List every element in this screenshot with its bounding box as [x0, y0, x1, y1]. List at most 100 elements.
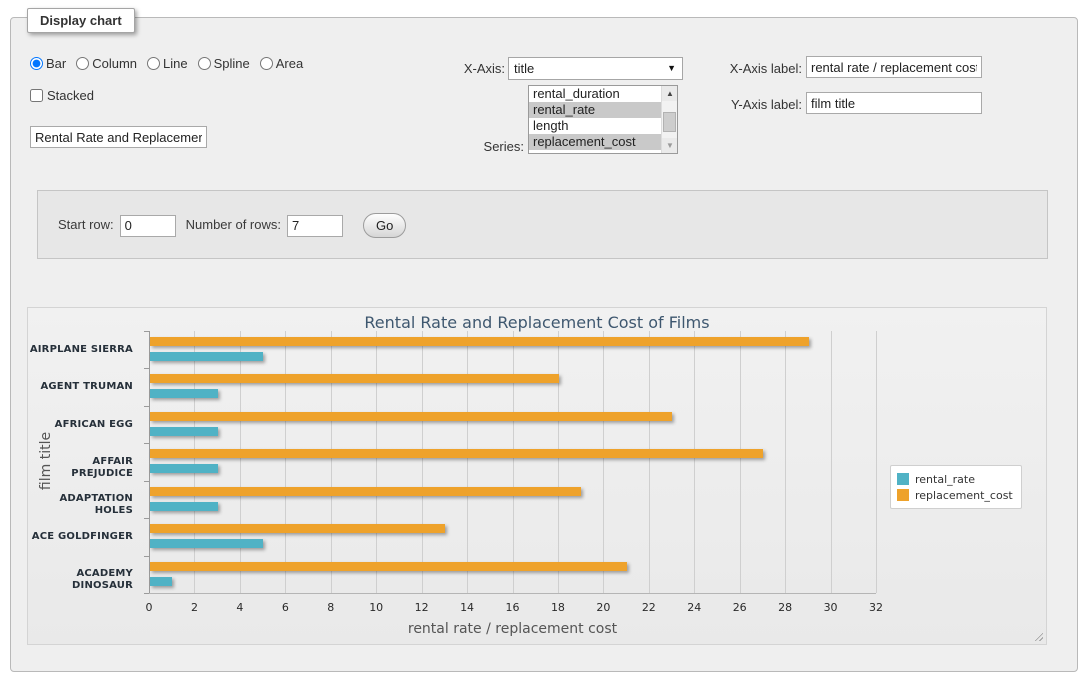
bar-rental_rate[interactable]: [150, 389, 218, 398]
bar-replacement_cost[interactable]: [150, 562, 627, 571]
x-tick-label: 22: [632, 601, 666, 614]
gridline: [785, 331, 786, 593]
gridline: [558, 331, 559, 593]
chart-type-option-column[interactable]: Column: [76, 56, 137, 71]
x-axis-select[interactable]: title ▼: [508, 57, 683, 80]
bar-replacement_cost[interactable]: [150, 487, 581, 496]
stacked-label: Stacked: [47, 88, 94, 103]
legend-label: rental_rate: [915, 473, 975, 486]
chart-type-radio-bar[interactable]: [30, 57, 43, 70]
gridline: [876, 331, 877, 593]
legend-item-replacement_cost[interactable]: replacement_cost: [897, 487, 1013, 503]
start-row-label: Start row:: [58, 217, 114, 232]
chart-title: Rental Rate and Replacement Cost of Film…: [28, 313, 1046, 332]
bar-rental_rate[interactable]: [150, 352, 263, 361]
x-tick-label: 32: [859, 601, 893, 614]
x-tick-label: 12: [405, 601, 439, 614]
rows-panel-inner: Start row: Number of rows: Go: [58, 212, 406, 238]
x-tick-label: 16: [496, 601, 530, 614]
chart-type-radio-spline[interactable]: [198, 57, 211, 70]
series-listbox-options: rental_durationrental_ratelengthreplacem…: [529, 86, 661, 153]
category-label: ACADEMY DINOSAUR: [28, 568, 142, 592]
gridline: [603, 331, 604, 593]
resize-handle-icon[interactable]: [1032, 630, 1043, 641]
x-tick-label: 20: [586, 601, 620, 614]
x-axis-select-label: X-Axis:: [420, 61, 505, 76]
gridline: [422, 331, 423, 593]
y-axis-tick: [144, 406, 149, 407]
scroll-down-icon[interactable]: ▼: [662, 138, 678, 153]
chart-type-radio-column[interactable]: [76, 57, 89, 70]
chart-type-option-area[interactable]: Area: [260, 56, 303, 71]
series-select-label: Series:: [440, 139, 524, 154]
x-tick-label: 14: [450, 601, 484, 614]
num-rows-label: Number of rows:: [186, 217, 281, 232]
y-axis-tick: [144, 518, 149, 519]
bar-replacement_cost[interactable]: [150, 337, 809, 346]
series-option-rental_duration[interactable]: rental_duration: [529, 86, 661, 102]
scroll-up-icon[interactable]: ▲: [662, 86, 678, 101]
go-button[interactable]: Go: [363, 213, 406, 238]
gridline: [467, 331, 468, 593]
legend-item-rental_rate[interactable]: rental_rate: [897, 471, 1013, 487]
bar-rental_rate[interactable]: [150, 577, 172, 586]
bar-replacement_cost[interactable]: [150, 412, 672, 421]
y-axis-label-field-label: Y-Axis label:: [722, 97, 802, 112]
bar-replacement_cost[interactable]: [150, 449, 763, 458]
stacked-label-wrap[interactable]: Stacked: [30, 88, 94, 103]
fieldset-legend-text: Display chart: [40, 13, 122, 28]
series-option-length[interactable]: length: [529, 118, 661, 134]
scrollbar-thumb[interactable]: [663, 112, 676, 132]
gridline: [194, 331, 195, 593]
bar-rental_rate[interactable]: [150, 539, 263, 548]
gridline: [649, 331, 650, 593]
chart-type-option-line[interactable]: Line: [147, 56, 188, 71]
stacked-row[interactable]: Stacked: [30, 88, 94, 103]
bar-replacement_cost[interactable]: [150, 374, 559, 383]
gridline: [694, 331, 695, 593]
x-tick-label: 6: [268, 601, 302, 614]
y-axis-tick: [144, 593, 149, 594]
category-label: ACE GOLDFINGER: [28, 531, 142, 543]
chart-type-option-bar[interactable]: Bar: [30, 56, 66, 71]
start-row-input[interactable]: [120, 215, 176, 237]
x-tick-label: 24: [677, 601, 711, 614]
x-axis-select-value: title: [514, 61, 534, 76]
gridline: [740, 331, 741, 593]
chevron-down-icon: ▼: [667, 63, 676, 73]
x-axis-label-field-label: X-Axis label:: [722, 61, 802, 76]
x-tick-label: 0: [132, 601, 166, 614]
y-axis-tick: [144, 443, 149, 444]
chart-type-radio-area[interactable]: [260, 57, 273, 70]
legend-swatch: [897, 473, 909, 485]
y-axis-label-input[interactable]: [806, 92, 982, 114]
x-axis-title: rental rate / replacement cost: [149, 621, 876, 637]
y-axis-tick: [144, 481, 149, 482]
category-label: AIRPLANE SIERRA: [28, 344, 142, 356]
chart-type-option-spline[interactable]: Spline: [198, 56, 250, 71]
series-listbox-scrollbar[interactable]: ▲ ▼: [661, 86, 677, 153]
bar-replacement_cost[interactable]: [150, 524, 445, 533]
rows-panel: Start row: Number of rows: Go: [37, 190, 1048, 259]
bar-rental_rate[interactable]: [150, 502, 218, 511]
chart-type-radio-line[interactable]: [147, 57, 160, 70]
gridline: [240, 331, 241, 593]
series-option-replacement_cost[interactable]: replacement_cost: [529, 134, 661, 150]
gridline: [331, 331, 332, 593]
chart-type-group: Bar Column Line Spline Area: [30, 56, 313, 71]
y-axis-line: [149, 331, 150, 593]
bar-rental_rate[interactable]: [150, 464, 218, 473]
gridline: [831, 331, 832, 593]
chart-title-input[interactable]: [30, 126, 207, 148]
y-axis-title: film title: [38, 421, 54, 501]
fieldset-legend: Display chart: [27, 8, 135, 33]
legend-label: replacement_cost: [915, 489, 1013, 502]
stacked-checkbox[interactable]: [30, 89, 43, 102]
series-listbox[interactable]: rental_durationrental_ratelengthreplacem…: [528, 85, 678, 154]
bar-rental_rate[interactable]: [150, 427, 218, 436]
x-axis-label-input[interactable]: [806, 56, 982, 78]
y-axis-tick: [144, 368, 149, 369]
num-rows-input[interactable]: [287, 215, 343, 237]
x-tick-label: 30: [814, 601, 848, 614]
series-option-rental_rate[interactable]: rental_rate: [529, 102, 661, 118]
